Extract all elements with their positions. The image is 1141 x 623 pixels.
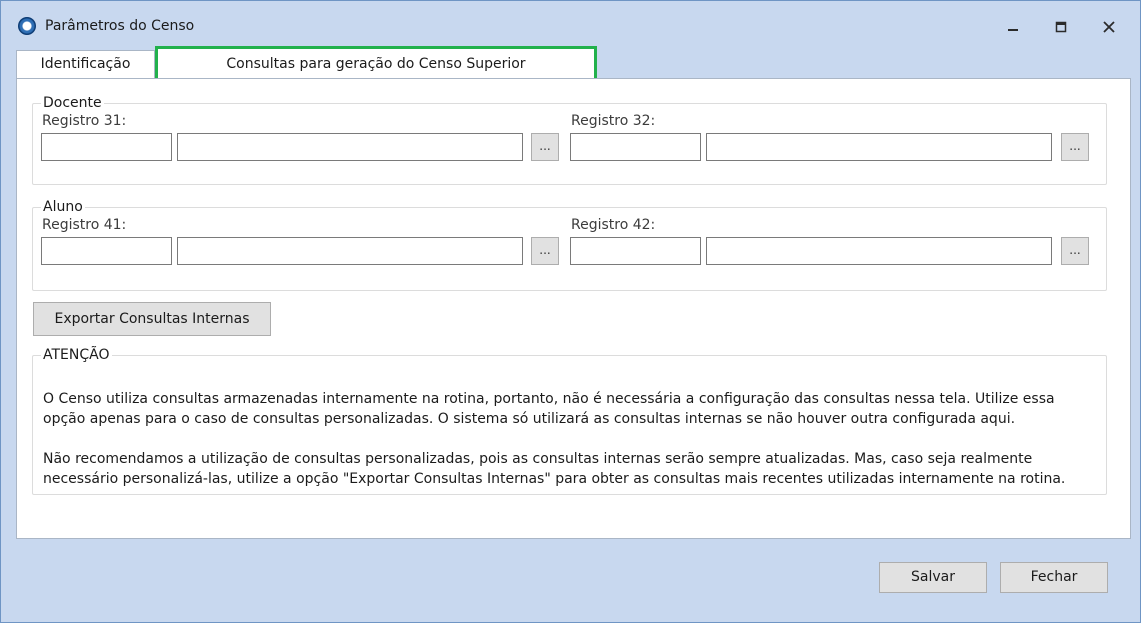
registro-42-browse-button[interactable]: ... xyxy=(1061,237,1089,265)
registro-32-query-field[interactable] xyxy=(706,133,1052,161)
registro-32-code-field[interactable] xyxy=(570,133,701,161)
close-icon xyxy=(1103,21,1115,33)
atencao-paragraph-1: O Censo utiliza consultas armazenadas in… xyxy=(43,391,1055,427)
tab-strip: Identificação Consultas para geração do … xyxy=(16,46,1132,82)
registro-42-query-field[interactable] xyxy=(706,237,1052,265)
tab-panel-consultas: Docente Registro 31: ... Registro 32: ..… xyxy=(16,78,1131,539)
dialog-window: Parâmetros do Censo Identificação Consul… xyxy=(0,0,1141,623)
registro-31-label: Registro 31: xyxy=(42,113,127,129)
title-bar[interactable]: Parâmetros do Censo xyxy=(1,1,1140,41)
registro-31-code-field[interactable] xyxy=(41,133,172,161)
registro-32-label: Registro 32: xyxy=(571,113,656,129)
registro-42-code-field[interactable] xyxy=(570,237,701,265)
app-logo-icon xyxy=(18,17,36,35)
tab-consultas-censo-superior[interactable]: Consultas para geração do Censo Superior xyxy=(155,46,597,82)
maximize-icon xyxy=(1055,21,1067,33)
registro-41-browse-button[interactable]: ... xyxy=(531,237,559,265)
save-button[interactable]: Salvar xyxy=(879,562,987,593)
tab-identificacao[interactable]: Identificação xyxy=(16,50,155,78)
docente-legend: Docente xyxy=(43,95,102,111)
registro-41-code-field[interactable] xyxy=(41,237,172,265)
registro-31-browse-button[interactable]: ... xyxy=(531,133,559,161)
close-button[interactable]: Fechar xyxy=(1000,562,1108,593)
registro-41-query-field[interactable] xyxy=(177,237,523,265)
minimize-icon xyxy=(1008,29,1018,31)
minimize-button[interactable] xyxy=(998,15,1028,39)
atencao-paragraph-2: Não recomendamos a utilização de consult… xyxy=(43,451,1066,487)
close-window-button[interactable] xyxy=(1094,15,1124,39)
docente-group: Docente Registro 31: ... Registro 32: ..… xyxy=(32,95,1107,185)
atencao-group: ATENÇÃO O Censo utiliza consultas armaze… xyxy=(32,347,1107,495)
registro-31-query-field[interactable] xyxy=(177,133,523,161)
aluno-legend: Aluno xyxy=(43,199,83,215)
registro-41-label: Registro 41: xyxy=(42,217,127,233)
maximize-button[interactable] xyxy=(1046,15,1076,39)
registro-42-label: Registro 42: xyxy=(571,217,656,233)
registro-32-browse-button[interactable]: ... xyxy=(1061,133,1089,161)
aluno-group: Aluno Registro 41: ... Registro 42: ... xyxy=(32,199,1107,291)
atencao-legend: ATENÇÃO xyxy=(43,347,110,363)
window-title: Parâmetros do Censo xyxy=(45,18,195,34)
export-internal-queries-button[interactable]: Exportar Consultas Internas xyxy=(33,302,271,336)
